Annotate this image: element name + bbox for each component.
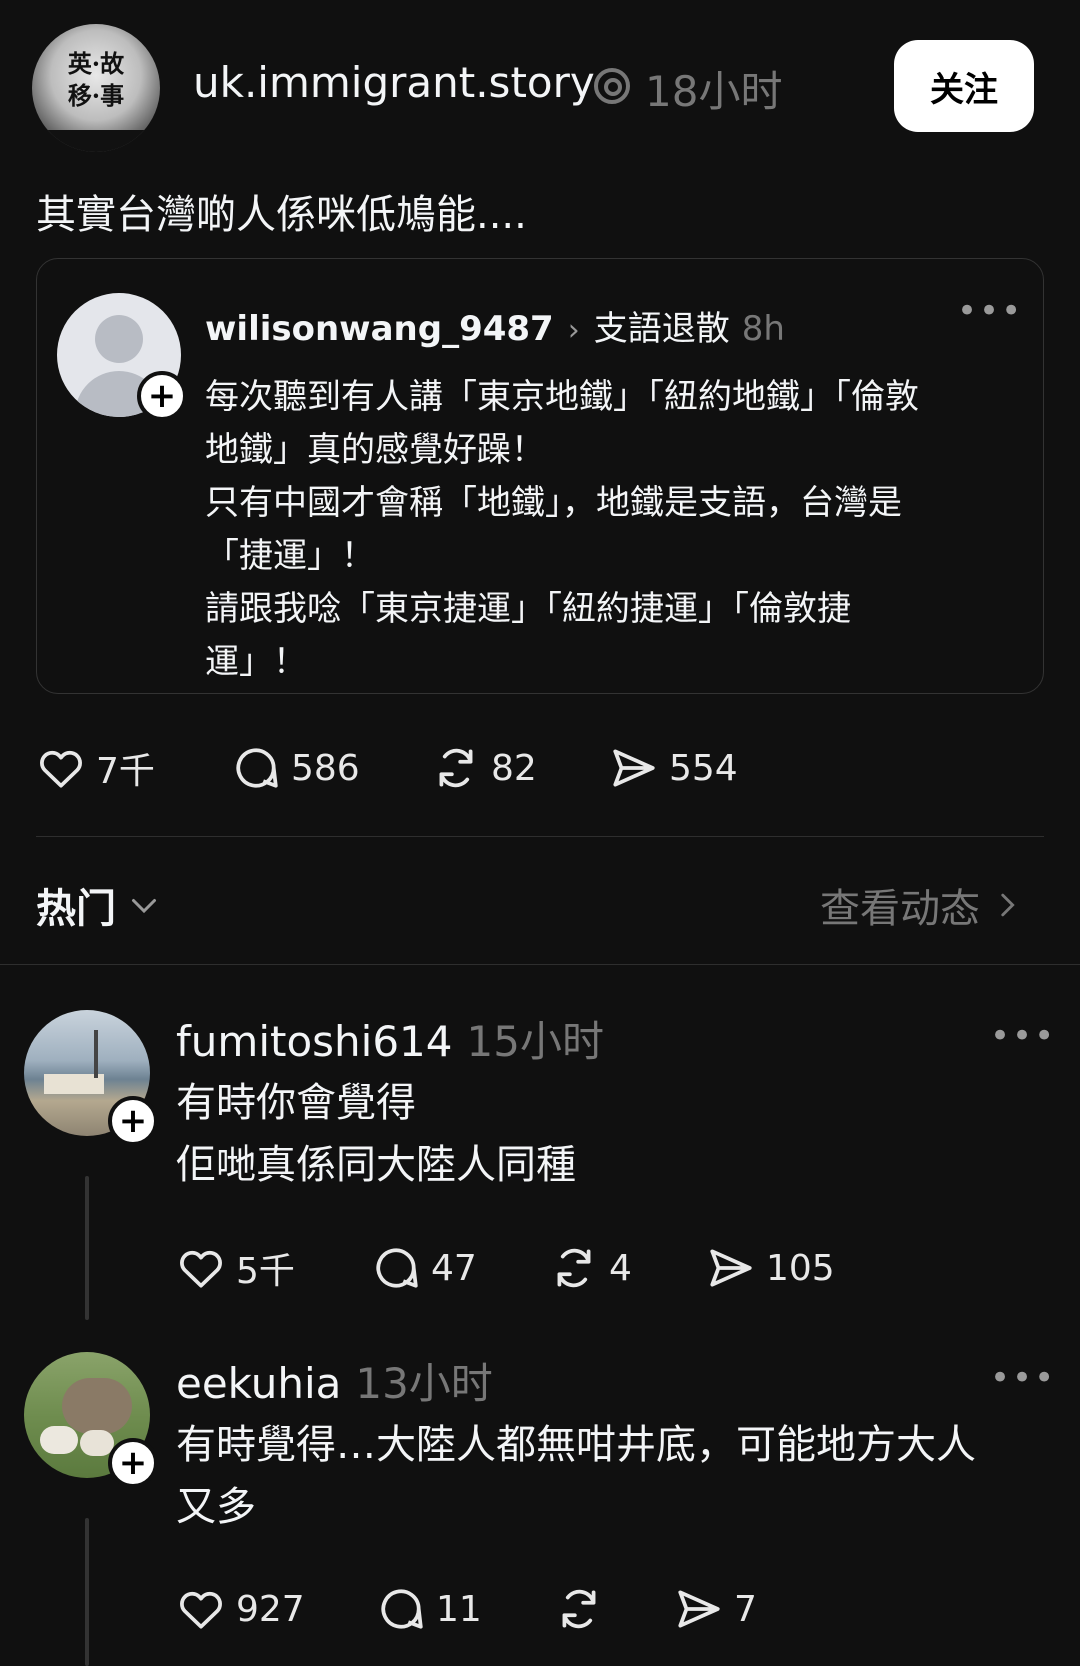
comment-icon (381, 1589, 423, 1629)
repost-button[interactable]: 82 (431, 743, 609, 793)
plus-icon: + (147, 376, 177, 416)
repost-count: 4 (609, 1247, 632, 1289)
comment-icon (376, 1248, 418, 1288)
threads-icon (592, 66, 632, 110)
repost-button[interactable] (554, 1584, 674, 1634)
avatar-logo-text-line2: 移·事 (67, 81, 125, 110)
sort-label: 热门 (36, 886, 116, 932)
comment-button[interactable]: 47 (371, 1243, 549, 1293)
post-author-avatar[interactable]: 英·故 移·事 (32, 24, 160, 152)
reply-text: 有時你會覺得 佢哋真係同大陸人同種 (176, 1072, 1056, 1196)
quote-topic-tag[interactable]: 支語退散 (594, 301, 730, 350)
reply-text-line: 又多 (176, 1484, 256, 1530)
post-actions: 7千 586 82 554 (36, 742, 738, 794)
like-count: 927 (236, 1588, 305, 1630)
post-divider (36, 836, 1044, 837)
share-count: 554 (669, 747, 738, 789)
chevron-right-icon: › (567, 313, 580, 348)
quote-text-line: 「捷運」！ (205, 536, 375, 576)
share-icon (710, 1249, 752, 1287)
post-author-username[interactable]: uk.immigrant.story (193, 58, 595, 107)
like-button[interactable]: 5千 (176, 1242, 371, 1294)
quote-time: 8h (741, 309, 785, 349)
reply-text: 有時覺得…大陸人都無咁井底，可能地方大人 又多 (176, 1414, 1056, 1538)
follow-reply-author-button[interactable]: + (108, 1096, 158, 1146)
repost-icon (562, 1589, 596, 1629)
share-button[interactable]: 7 (674, 1584, 757, 1634)
section-divider (0, 964, 1080, 965)
share-icon (613, 749, 655, 787)
reply-author-username[interactable]: fumitoshi614 (176, 1017, 453, 1066)
view-activity-link[interactable]: 查看动态 (820, 876, 1024, 934)
quote-text-line: 只有中國才會稱「地鐵」，地鐵是支語，台灣是 (205, 483, 902, 523)
reply-text-line: 有時你會覺得 (176, 1080, 416, 1126)
chevron-right-icon (1001, 893, 1015, 917)
share-icon (678, 1590, 720, 1628)
like-count: 5千 (236, 1251, 295, 1292)
like-button[interactable]: 927 (176, 1584, 376, 1634)
like-button[interactable]: 7千 (36, 742, 231, 794)
thread-line (85, 1176, 89, 1320)
more-icon[interactable]: ••• (990, 1016, 1056, 1056)
reply-text-line: 佢哋真係同大陸人同種 (176, 1142, 576, 1188)
repost-count: 82 (491, 747, 537, 789)
avatar-logo-text-line1: 英·故 (67, 49, 125, 78)
reply-actions: 927 11 7 (176, 1584, 757, 1634)
post-text: 其實台灣啲人係咪低鳩能.... (36, 192, 527, 238)
comment-icon (236, 748, 278, 788)
follow-reply-author-button[interactable]: + (108, 1438, 158, 1488)
reply-text-line: 有時覺得…大陸人都無咁井底，可能地方大人 (176, 1422, 976, 1468)
plus-icon: + (118, 1101, 148, 1141)
post-time: 18小时 (645, 67, 783, 116)
heart-icon (40, 750, 82, 788)
comment-count: 586 (291, 747, 360, 789)
thread-line (85, 1518, 89, 1666)
heart-icon (180, 1591, 222, 1629)
repost-button[interactable]: 4 (549, 1243, 706, 1293)
quote-author-username[interactable]: wilisonwang_9487 (205, 309, 554, 349)
reply-author-username[interactable]: eekuhia (176, 1359, 341, 1408)
quote-text-line: 每次聽到有人講「東京地鐵」「紐約地鐵」「倫敦 (205, 377, 919, 417)
quoted-post-card[interactable]: + wilisonwang_9487 › 支語退散 8h ••• 每次聽到有人講… (36, 258, 1044, 694)
more-icon[interactable]: ••• (990, 1358, 1056, 1398)
repost-icon (557, 1248, 591, 1288)
comment-button[interactable]: 11 (376, 1584, 554, 1634)
heart-icon (180, 1250, 222, 1288)
share-button[interactable]: 554 (609, 743, 738, 793)
repost-icon (439, 748, 473, 788)
plus-icon: + (118, 1443, 148, 1483)
sort-dropdown[interactable]: 热门 (36, 876, 162, 934)
share-button[interactable]: 105 (706, 1243, 835, 1293)
follow-quote-author-button[interactable]: + (137, 371, 187, 421)
comment-button[interactable]: 586 (231, 743, 431, 793)
comment-count: 47 (431, 1247, 477, 1289)
comment-count: 11 (436, 1588, 482, 1630)
reply-actions: 5千 47 4 105 (176, 1242, 835, 1294)
share-count: 7 (734, 1588, 757, 1630)
quote-text-line: 運」！ (205, 642, 307, 682)
view-activity-label: 查看动态 (820, 886, 980, 932)
reply-time: 15小时 (466, 1017, 604, 1066)
quote-text-line: 請跟我唸「東京捷運」「紐約捷運」「倫敦捷 (205, 589, 851, 629)
chevron-down-icon (132, 899, 156, 914)
quote-text-line: 地鐵」真的感覺好躁！ (205, 430, 545, 470)
more-icon[interactable]: ••• (957, 291, 1023, 331)
reply-time: 13小时 (355, 1359, 493, 1408)
like-count: 7千 (96, 751, 155, 792)
follow-button[interactable]: 关注 (894, 40, 1034, 132)
share-count: 105 (766, 1247, 835, 1289)
quote-text: 每次聽到有人講「東京地鐵」「紐約地鐵」「倫敦 地鐵」真的感覺好躁！ 只有中國才會… (205, 371, 1005, 689)
